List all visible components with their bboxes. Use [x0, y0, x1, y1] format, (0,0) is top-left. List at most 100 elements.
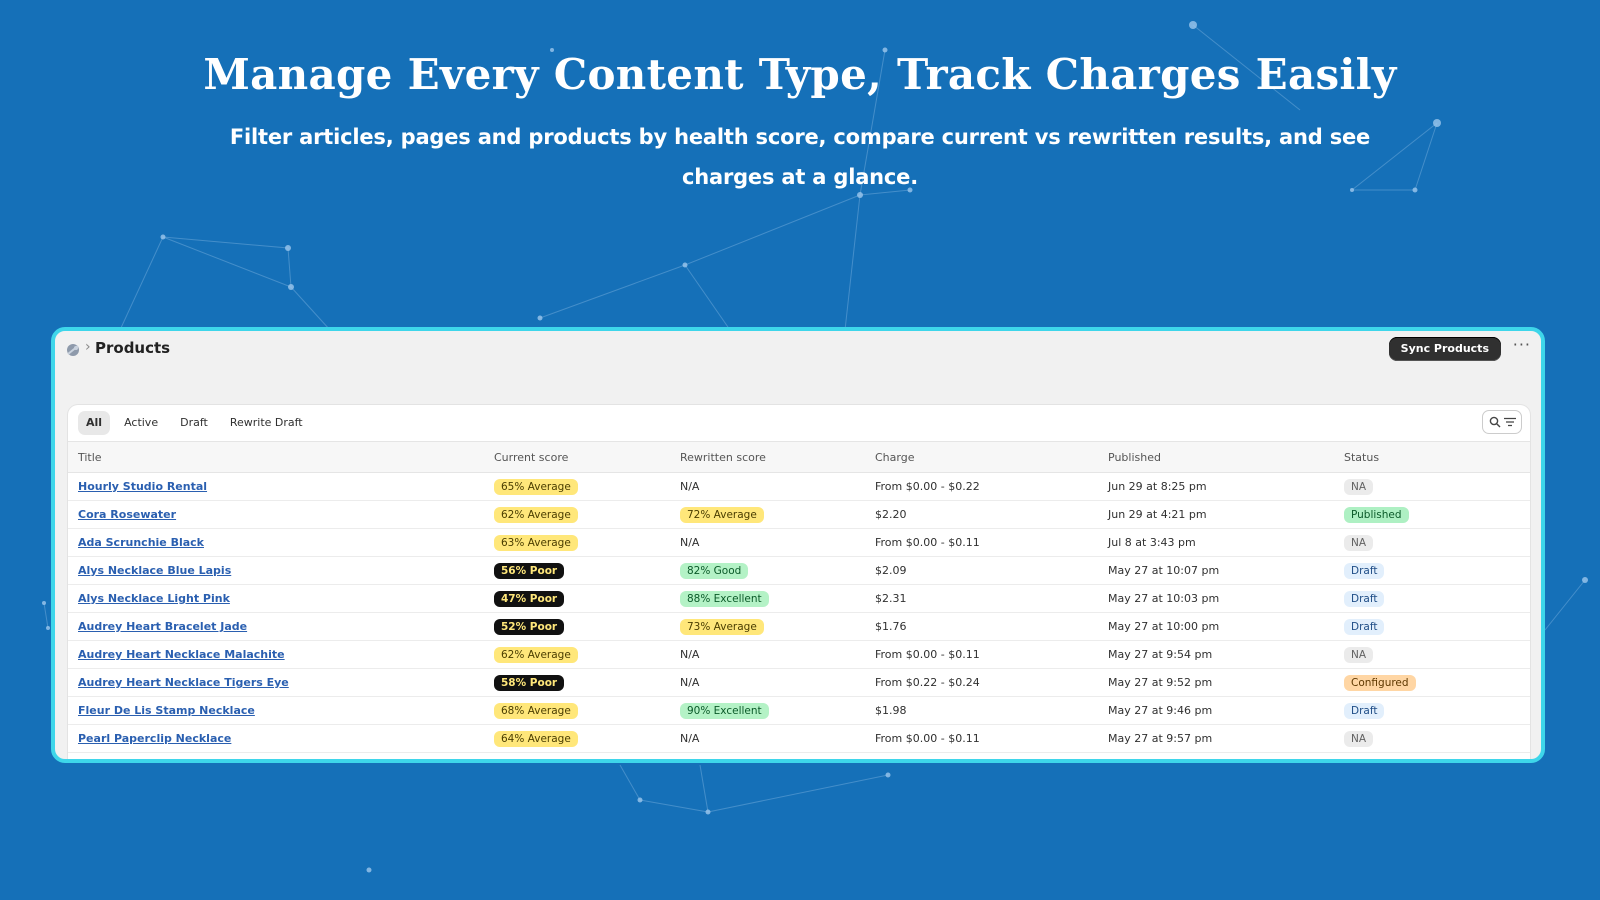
table-row[interactable]: Audrey Heart Necklace Malachite 62% Avera… [68, 640, 1530, 669]
table-row[interactable]: Audrey Heart Bracelet Jade 52% Poor 73% Av… [68, 612, 1530, 641]
charge-text: From $0.00 - $0.11 [875, 648, 980, 661]
cell-rewritten-score: 88% Excellent [670, 584, 865, 613]
cell-rewritten-score: 90% Excellent [670, 696, 865, 725]
column-header-status[interactable]: Status [1334, 441, 1530, 473]
table-row[interactable]: Alys Necklace Light Pink 47% Poor 88% Exce… [68, 584, 1530, 613]
cell-published: May 27 at 10:03 pm [1098, 584, 1334, 613]
tab-all[interactable]: All [78, 411, 111, 435]
charge-text: From $0.00 - $0.11 [875, 536, 980, 549]
cell-charge: From $0.00 - $0.11 [865, 528, 1098, 557]
rewritten-score-text: N/A [680, 648, 700, 661]
current-score-badge: 64% Average [494, 730, 578, 747]
product-title-link[interactable]: Audrey Heart Bracelet Jade [78, 620, 247, 633]
table-row[interactable]: Cora Rosewater 62% Average 72% Average $2.2… [68, 500, 1530, 529]
column-header-charge[interactable]: Charge [865, 441, 1098, 473]
product-title-link[interactable]: Audrey Heart Necklace Malachite [78, 648, 285, 661]
rewritten-score-badge: 88% Excellent [680, 590, 769, 607]
status-badge: Draft [1344, 618, 1385, 635]
product-title-link[interactable]: Pearl Paperclip Necklace [78, 732, 231, 745]
table-row[interactable]: Audrey Heart Necklace Tigers Eye 58% Poor… [68, 668, 1530, 697]
cell-title: Pearl Paperclip Necklace [68, 724, 484, 753]
product-title-link[interactable]: Alys Necklace Blue Lapis [78, 564, 231, 577]
published-date: May 27 at 9:57 pm [1108, 732, 1213, 745]
tab-draft[interactable]: Draft [172, 411, 216, 435]
published-date: Jul 8 at 3:43 pm [1108, 536, 1196, 549]
cell-charge: $2.20 [865, 500, 1098, 529]
cell-rewritten-score: 72% Average [670, 500, 865, 529]
current-score-badge: 62% Average [494, 506, 578, 523]
charge-text: From $0.22 - $0.24 [875, 676, 980, 689]
product-title-link[interactable]: Fleur De Lis Stamp Necklace [78, 704, 255, 717]
rewritten-score-text: N/A [680, 676, 700, 689]
cell-rewritten-score: N/A [670, 668, 865, 697]
table-row[interactable]: Fleur De Lis Stamp Necklace 68% Average 90… [68, 696, 1530, 725]
published-date: May 27 at 9:52 pm [1108, 676, 1213, 689]
product-title-link[interactable]: Cora Rosewater [78, 508, 176, 521]
cell-charge: From $0.00 - $0.22 [865, 472, 1098, 501]
charge-text: $1.76 [875, 620, 907, 633]
table-body: Hourly Studio Rental 65% Average N/A From $… [68, 472, 1530, 753]
tab-rewrite-draft[interactable]: Rewrite Draft [222, 411, 311, 435]
filter-tabs: All Active Draft Rewrite Draft [78, 411, 311, 437]
current-score-badge: 68% Average [494, 702, 578, 719]
products-table: Title Current score Rewritten score Charge P… [68, 441, 1530, 753]
filter-icon [1503, 417, 1516, 427]
cell-title: Audrey Heart Bracelet Jade [68, 612, 484, 641]
rewritten-score-text: N/A [680, 536, 700, 549]
product-title-link[interactable]: Hourly Studio Rental [78, 480, 207, 493]
cell-status: NA [1334, 472, 1530, 501]
cell-charge: $1.98 [865, 696, 1098, 725]
current-score-badge: 56% Poor [494, 562, 565, 579]
table-row[interactable]: Ada Scrunchie Black 63% Average N/A From $0… [68, 528, 1530, 557]
column-header-rewritten-score[interactable]: Rewritten score [670, 441, 865, 473]
search-filter-button[interactable] [1482, 410, 1522, 434]
table-row[interactable]: Alys Necklace Blue Lapis 56% Poor 82% Good… [68, 556, 1530, 585]
status-badge: Draft [1344, 590, 1385, 607]
status-badge: NA [1344, 730, 1374, 747]
more-actions-icon[interactable]: ··· [1513, 335, 1531, 354]
cell-published: May 27 at 9:52 pm [1098, 668, 1334, 697]
rewritten-score-badge: 72% Average [680, 506, 764, 523]
cell-status: Published [1334, 500, 1530, 529]
page-title: Products [95, 339, 171, 357]
cell-published: May 27 at 9:54 pm [1098, 640, 1334, 669]
hero-subtitle: Filter articles, pages and products by h… [229, 125, 1371, 189]
cell-status: Configured [1334, 668, 1530, 697]
column-header-current-score[interactable]: Current score [484, 441, 670, 473]
cell-charge: $2.09 [865, 556, 1098, 585]
current-score-badge: 58% Poor [494, 674, 565, 691]
status-badge: NA [1344, 646, 1374, 663]
column-header-title[interactable]: Title [68, 441, 484, 473]
cell-charge: $2.31 [865, 584, 1098, 613]
cell-status: Draft [1334, 696, 1530, 725]
cell-current-score: 68% Average [484, 696, 670, 725]
product-title-link[interactable]: Alys Necklace Light Pink [78, 592, 230, 605]
column-header-published[interactable]: Published [1098, 441, 1334, 473]
cell-rewritten-score: N/A [670, 472, 865, 501]
table-row[interactable]: Pearl Paperclip Necklace 64% Average N/A Fr… [68, 724, 1530, 753]
app-window: › Products Sync Products ··· All Active Dr… [51, 327, 1545, 763]
charge-text: $2.20 [875, 508, 907, 521]
app-logo-icon [67, 344, 79, 356]
cell-title: Alys Necklace Blue Lapis [68, 556, 484, 585]
cell-rewritten-score: N/A [670, 528, 865, 557]
cell-charge: From $0.00 - $0.11 [865, 724, 1098, 753]
table-row[interactable]: Hourly Studio Rental 65% Average N/A From $… [68, 472, 1530, 501]
cell-published: Jun 29 at 8:25 pm [1098, 472, 1334, 501]
cell-published: May 27 at 9:57 pm [1098, 724, 1334, 753]
cell-current-score: 63% Average [484, 528, 670, 557]
charge-text: $2.09 [875, 564, 907, 577]
cell-published: Jul 8 at 3:43 pm [1098, 528, 1334, 557]
rewritten-score-badge: 90% Excellent [680, 702, 769, 719]
current-score-badge: 65% Average [494, 478, 578, 495]
tab-active[interactable]: Active [116, 411, 166, 435]
product-title-link[interactable]: Ada Scrunchie Black [78, 536, 204, 549]
current-score-badge: 52% Poor [494, 618, 565, 635]
cell-title: Ada Scrunchie Black [68, 528, 484, 557]
hero-section: Manage Every Content Type, Track Charges… [0, 45, 1600, 197]
cell-status: Draft [1334, 612, 1530, 641]
published-date: May 27 at 9:54 pm [1108, 648, 1213, 661]
sync-products-button[interactable]: Sync Products [1388, 337, 1501, 361]
cell-status: Draft [1334, 584, 1530, 613]
product-title-link[interactable]: Audrey Heart Necklace Tigers Eye [78, 676, 289, 689]
